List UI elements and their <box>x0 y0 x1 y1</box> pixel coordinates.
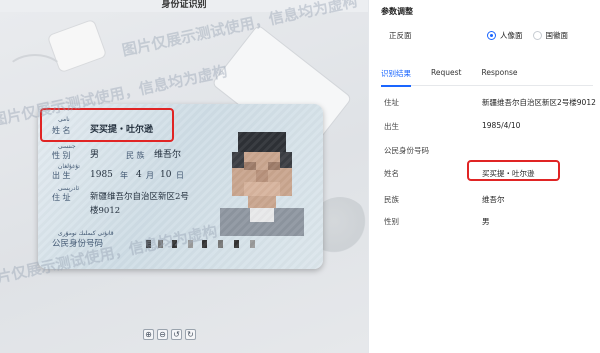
side-param-label: 正反面 <box>389 31 412 40</box>
result-label-ethnicity: 民族 <box>384 195 399 204</box>
card-gender-label: 性 别 <box>52 151 71 160</box>
card-address-line2: 楼9012 <box>90 206 121 216</box>
result-label-address: 住址 <box>384 98 399 107</box>
uyghur-birth-label: تۇغۇلغان <box>58 163 80 170</box>
zoom-in-icon[interactable]: ⊕ <box>143 329 154 340</box>
result-value-address: 新疆维吾尔自治区新区2号楼9012 <box>482 98 596 107</box>
card-ethnicity-value: 维吾尔 <box>154 150 182 160</box>
radio-label: 人像面 <box>500 31 523 40</box>
card-day-unit: 日 <box>176 171 184 180</box>
result-label-name: 姓名 <box>384 169 399 178</box>
card-birth-month: 4 <box>136 170 142 180</box>
rotate-left-icon[interactable]: ↺ <box>171 329 182 340</box>
panel-title: 身份证识别 <box>161 0 207 10</box>
result-label-gender: 性别 <box>384 217 399 226</box>
card-address-line1: 新疆维吾尔自治区新区2号 <box>90 192 189 202</box>
uyghur-id-label: قانۇنى كىملىك نومۇرى <box>58 230 114 237</box>
radio-unchecked-icon[interactable] <box>532 31 542 40</box>
radio-portrait-side[interactable]: 人像面 <box>487 30 523 41</box>
tab-request[interactable]: Request <box>431 66 461 86</box>
result-value-birth: 1985/4/10 <box>482 121 521 130</box>
side-param-row: 正反面 <box>389 30 412 41</box>
rotate-right-icon[interactable]: ↻ <box>185 329 196 340</box>
tab-results[interactable]: 识别结果 <box>381 66 411 87</box>
radio-label: 国徽面 <box>545 31 569 40</box>
params-section-title: 参数调整 <box>381 7 413 16</box>
card-month-unit: 月 <box>146 171 154 180</box>
card-birth-day: 10 <box>160 170 172 180</box>
radio-emblem-side[interactable]: 国徽面 <box>532 30 569 41</box>
result-value-ethnicity: 维吾尔 <box>482 195 505 204</box>
result-tabs: 识别结果 Request Response <box>381 66 593 87</box>
zoom-out-icon[interactable]: ⊖ <box>157 329 168 340</box>
uyghur-address-label: ئادرېسى <box>58 185 80 192</box>
name-highlight-box <box>40 108 174 142</box>
tab-response[interactable]: Response <box>481 66 517 86</box>
card-address-label: 住 址 <box>52 193 71 202</box>
result-value-gender: 男 <box>482 217 490 226</box>
results-panel: 参数调整 正反面 人像面 国徽面 识别结果 Request Response 住… <box>368 0 600 353</box>
image-preview-panel: 身份证识别 نامى 姓 名 买买提・吐尔逊 جىنسى 性 别 男 民 族 维… <box>0 0 368 353</box>
image-controls: ⊕ ⊖ ↺ ↻ <box>143 329 196 340</box>
result-label-birth: 出生 <box>384 122 399 131</box>
result-label-id-number: 公民身份号码 <box>384 146 429 155</box>
radio-checked-icon[interactable] <box>487 31 496 40</box>
portrait-photo-pixelated <box>220 126 304 236</box>
card-year-unit: 年 <box>120 171 128 180</box>
card-birth-label: 出 生 <box>52 171 71 180</box>
side-radio-group: 人像面 国徽面 <box>487 30 568 41</box>
name-value-highlight-box <box>467 160 560 181</box>
uyghur-gender-label: جىنسى <box>58 143 76 150</box>
card-gender-value: 男 <box>90 150 100 160</box>
card-birth-year: 1985 <box>90 170 113 180</box>
cable-shape <box>5 54 65 94</box>
card-id-label: 公民身份号码 <box>52 239 104 249</box>
card-ethnicity-label: 民 族 <box>126 151 145 160</box>
